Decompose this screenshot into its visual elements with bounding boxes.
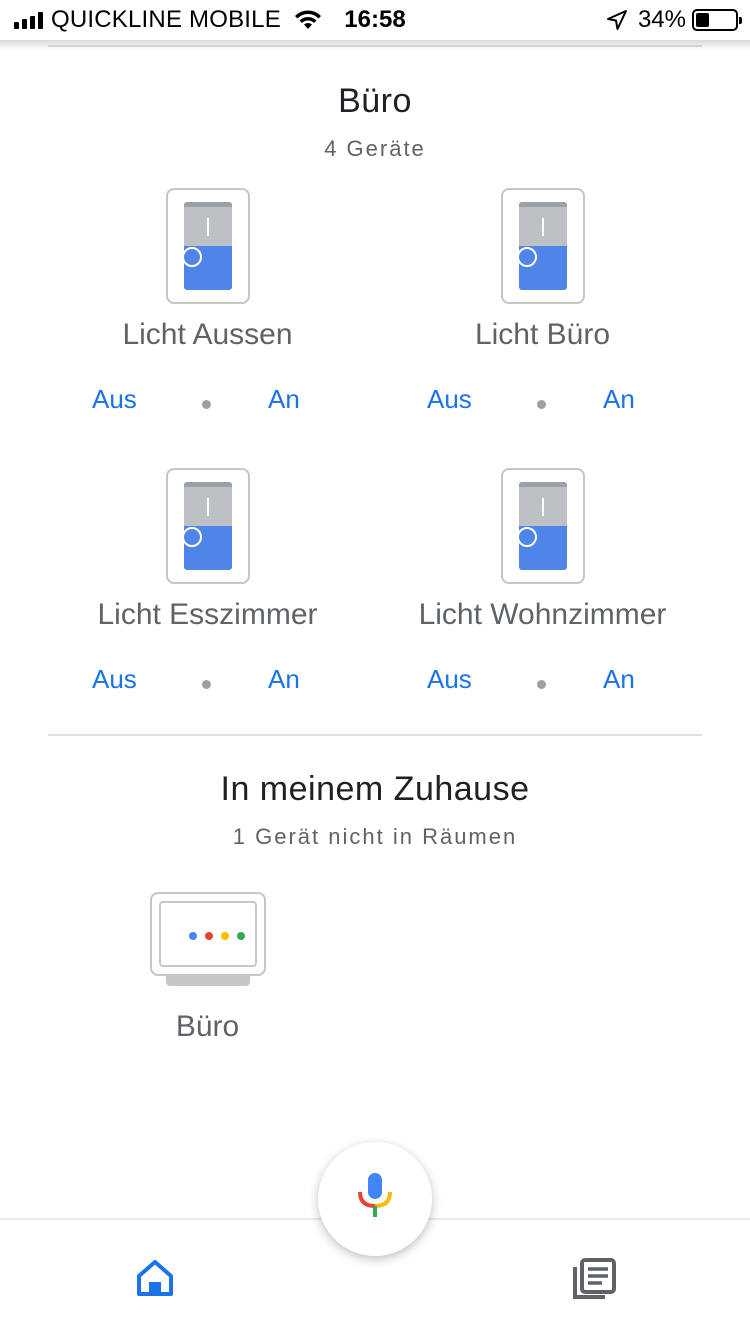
smart-display-icon[interactable] [150,892,266,986]
device-name: Licht Aussen [122,318,293,351]
battery-percent: 34% [637,6,686,33]
battery-tip [739,17,742,24]
home-icon[interactable] [135,1258,175,1298]
device-name: Licht Wohnzimmer [418,598,667,631]
signal-icon [14,11,43,29]
battery-icon [692,9,742,31]
battery-fill [696,13,709,27]
section-title: In meinem Zuhause [220,770,530,808]
feed-icon[interactable] [572,1256,616,1300]
off-button[interactable]: Aus [92,664,137,695]
separator-dot [537,680,546,689]
room-title: Büro [338,82,412,120]
divider [48,734,702,736]
light-switch-icon [166,468,250,584]
on-button[interactable]: An [268,664,300,695]
device-name: Licht Büro [474,318,611,351]
on-button[interactable]: An [268,384,300,415]
separator-dot [537,400,546,409]
mic-button[interactable] [318,1142,432,1256]
device-name: Licht Esszimmer [97,598,318,631]
room-device-count: 4 Geräte [324,136,426,161]
carrier-name: QUICKLINE MOBILE [51,6,281,33]
device-card[interactable]: Licht Esszimmer Aus An [40,468,375,718]
separator-dot [202,680,211,689]
separator-dot [202,400,211,409]
status-right: 34% [606,6,742,34]
status-bar: QUICKLINE MOBILE 16:58 34% [0,0,750,40]
mic-icon [358,1173,392,1217]
divider [48,45,702,47]
device-card[interactable]: Licht Büro Aus An [375,188,710,438]
device-card[interactable]: Licht Wohnzimmer Aus An [375,468,710,718]
google-dots [189,932,245,940]
status-left: QUICKLINE MOBILE [14,6,323,34]
light-switch-icon [501,188,585,304]
location-arrow-icon [606,10,627,30]
section-subtitle: 1 Gerät nicht in Räumen [232,824,518,849]
light-switch-icon [166,188,250,304]
device-card[interactable]: Licht Aussen Aus An [40,188,375,438]
on-button[interactable]: An [603,664,635,695]
on-button[interactable]: An [603,384,635,415]
off-button[interactable]: Aus [427,384,472,415]
home-device-name[interactable]: Büro [40,1010,375,1044]
wifi-icon [294,10,321,29]
light-switch-icon [501,468,585,584]
off-button[interactable]: Aus [92,384,137,415]
off-button[interactable]: Aus [427,664,472,695]
